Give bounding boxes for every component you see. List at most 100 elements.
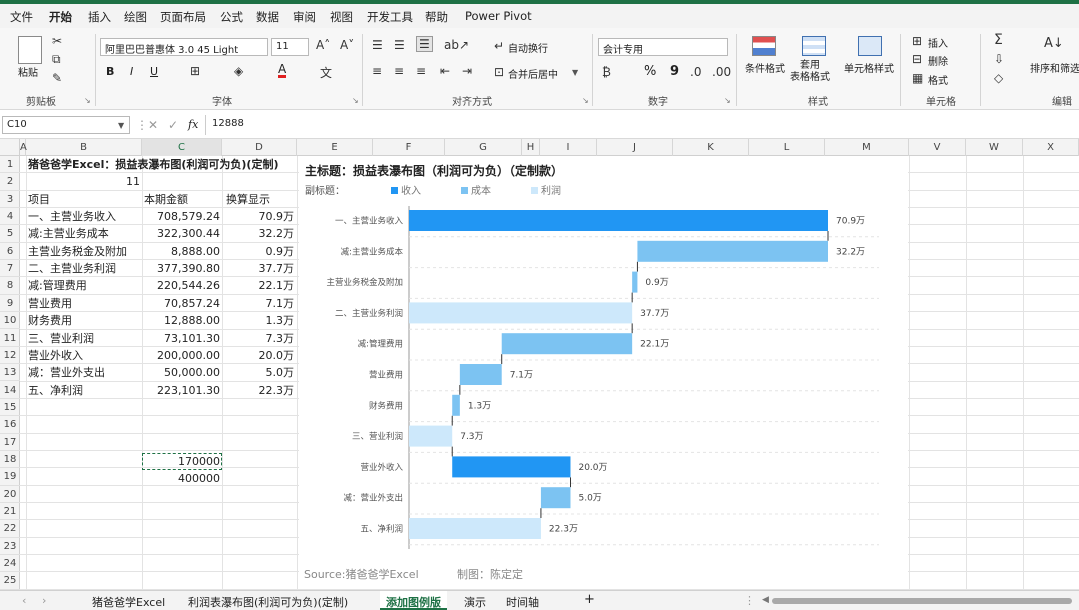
waterfall-bar[interactable] — [501, 333, 633, 355]
sort-filter-icon[interactable]: A↓ — [1044, 36, 1064, 51]
cell-item-amount[interactable]: 200,000.00 — [144, 347, 220, 364]
cell-item-amount[interactable]: 8,888.00 — [144, 243, 220, 260]
wrap-text-button[interactable]: 自动换行 — [508, 40, 548, 55]
row-header[interactable]: 6 — [0, 243, 20, 261]
font-name-select[interactable]: 阿里巴巴普惠体 3.0 45 Light — [100, 38, 268, 56]
increase-decimal-icon[interactable]: .0 — [690, 65, 701, 79]
alignment-launcher-icon[interactable]: ↘ — [582, 96, 589, 105]
cell-item-name[interactable]: 减:主营业务成本 — [28, 225, 109, 242]
menu-page-layout[interactable]: 页面布局 — [160, 9, 206, 25]
cell-item-name[interactable]: 一、主营业务收入 — [28, 208, 116, 225]
header-amount[interactable]: 本期金额 — [144, 191, 188, 208]
merge-icon[interactable]: ⊡ — [494, 65, 504, 79]
borders-icon[interactable]: ⊞ — [190, 64, 200, 78]
sheet-tab[interactable]: 添加图例版 — [380, 591, 447, 610]
cell-item-display[interactable]: 22.3万 — [224, 382, 295, 399]
cell-item-display[interactable]: 20.0万 — [224, 347, 295, 364]
row-header[interactable]: 17 — [0, 434, 20, 451]
align-bottom-icon[interactable]: ☰ — [416, 36, 433, 52]
italic-button[interactable]: I — [130, 65, 133, 78]
format-painter-icon[interactable]: ✎ — [52, 71, 62, 85]
chevron-down-icon[interactable]: ▼ — [572, 68, 578, 77]
shrink-font-icon[interactable]: A˅ — [340, 38, 354, 52]
copy-icon[interactable]: ⧉ — [52, 52, 61, 67]
cell-item-display[interactable]: 7.1万 — [224, 295, 295, 312]
merge-center-button[interactable]: 合并后居中 — [508, 66, 558, 81]
format-cells-button[interactable]: 格式 — [928, 72, 948, 87]
cell-item-display[interactable]: 0.9万 — [224, 243, 295, 260]
align-center-icon[interactable]: ≡ — [394, 64, 404, 78]
col-header-e[interactable]: E — [297, 139, 373, 156]
waterfall-bar[interactable] — [459, 364, 502, 385]
cell-item-amount[interactable]: 50,000.00 — [144, 364, 220, 381]
accounting-format-icon[interactable]: ₿ — [602, 65, 611, 79]
waterfall-bar[interactable] — [409, 518, 541, 539]
cell-item-name[interactable]: 主营业务税金及附加 — [28, 243, 127, 260]
align-middle-icon[interactable]: ☰ — [394, 38, 405, 52]
row-header[interactable]: 1 — [0, 156, 20, 174]
waterfall-bar[interactable] — [540, 487, 571, 509]
chevron-down-icon[interactable]: ▼ — [118, 121, 124, 130]
row-header[interactable]: 25 — [0, 572, 20, 590]
paste-button[interactable]: 粘贴 — [18, 64, 38, 79]
col-header-v[interactable]: V — [909, 139, 966, 156]
number-launcher-icon[interactable]: ↘ — [724, 96, 731, 105]
font-launcher-icon[interactable]: ↘ — [352, 96, 359, 105]
waterfall-bar[interactable] — [452, 394, 460, 416]
cell-styles-icon[interactable] — [858, 36, 882, 56]
row-header[interactable]: 11 — [0, 330, 20, 347]
scroll-right-icon[interactable]: › — [42, 594, 46, 607]
sort-filter-button[interactable]: 排序和筛选 — [1030, 60, 1079, 75]
col-header-w[interactable]: W — [966, 139, 1023, 156]
waterfall-bar[interactable] — [637, 240, 828, 262]
delete-cells-icon[interactable]: ⊟ — [912, 52, 922, 66]
col-header-l[interactable]: L — [749, 139, 825, 156]
row-header[interactable]: 20 — [0, 486, 20, 503]
col-header-h[interactable]: H — [522, 139, 540, 156]
row-header[interactable]: 4 — [0, 208, 20, 226]
align-right-icon[interactable]: ≡ — [416, 64, 426, 78]
cell-styles-button[interactable]: 单元格样式 — [844, 60, 894, 75]
clear-icon[interactable]: ◇ — [994, 71, 1003, 85]
cell-item-display[interactable]: 22.1万 — [224, 277, 295, 294]
col-header-k[interactable]: K — [673, 139, 749, 156]
row-header[interactable]: 22 — [0, 520, 20, 538]
row-header[interactable]: 13 — [0, 364, 20, 382]
hscroll-left-icon[interactable]: ◀ — [762, 595, 769, 605]
percent-button[interactable]: % — [644, 64, 656, 79]
cell-item-display[interactable]: 5.0万 — [224, 364, 295, 381]
fill-icon[interactable]: ⇩ — [994, 52, 1004, 66]
cut-icon[interactable]: ✂ — [52, 34, 62, 48]
cell-item-name[interactable]: 营业费用 — [28, 295, 72, 312]
menu-draw[interactable]: 绘图 — [124, 9, 147, 25]
col-header-d[interactable]: D — [222, 139, 297, 156]
increase-indent-icon[interactable]: ⇥ — [462, 64, 472, 78]
formula-input[interactable]: 12888 — [212, 118, 244, 129]
font-size-select[interactable]: 11 — [271, 38, 309, 56]
waterfall-bar[interactable] — [452, 456, 571, 478]
menu-data[interactable]: 数据 — [256, 9, 279, 25]
row-header[interactable]: 12 — [0, 347, 20, 365]
cell-item-amount[interactable]: 708,579.24 — [144, 208, 220, 225]
cell-b2[interactable]: 11 — [90, 173, 140, 190]
cell-item-display[interactable]: 7.3万 — [224, 330, 295, 347]
row-header[interactable]: 23 — [0, 538, 20, 555]
col-header-b[interactable]: B — [26, 139, 142, 156]
waterfall-bar[interactable] — [409, 425, 453, 447]
cell-item-display[interactable]: 1.3万 — [224, 312, 295, 329]
row-header[interactable]: 16 — [0, 416, 20, 434]
cell-item-display[interactable]: 32.2万 — [224, 225, 295, 242]
cell-item-name[interactable]: 减:管理费用 — [28, 277, 87, 294]
row-header[interactable]: 8 — [0, 277, 20, 295]
enter-icon[interactable]: ✓ — [168, 118, 178, 132]
menu-file[interactable]: 文件 — [10, 9, 33, 25]
scroll-left-icon[interactable]: ‹ — [22, 594, 26, 607]
cell-item-name[interactable]: 三、营业利润 — [28, 330, 94, 347]
sheet-title[interactable]: 猪爸爸学Excel：损益表瀑布图(利润可为负)(定制) — [28, 156, 278, 173]
cell-item-amount[interactable]: 223,101.30 — [144, 382, 220, 399]
grow-font-icon[interactable]: A˄ — [316, 38, 330, 52]
autosum-icon[interactable]: Σ — [994, 32, 1003, 48]
bold-button[interactable]: B — [106, 65, 114, 78]
decrease-decimal-icon[interactable]: .00 — [712, 65, 731, 79]
col-header-i[interactable]: I — [540, 139, 597, 156]
